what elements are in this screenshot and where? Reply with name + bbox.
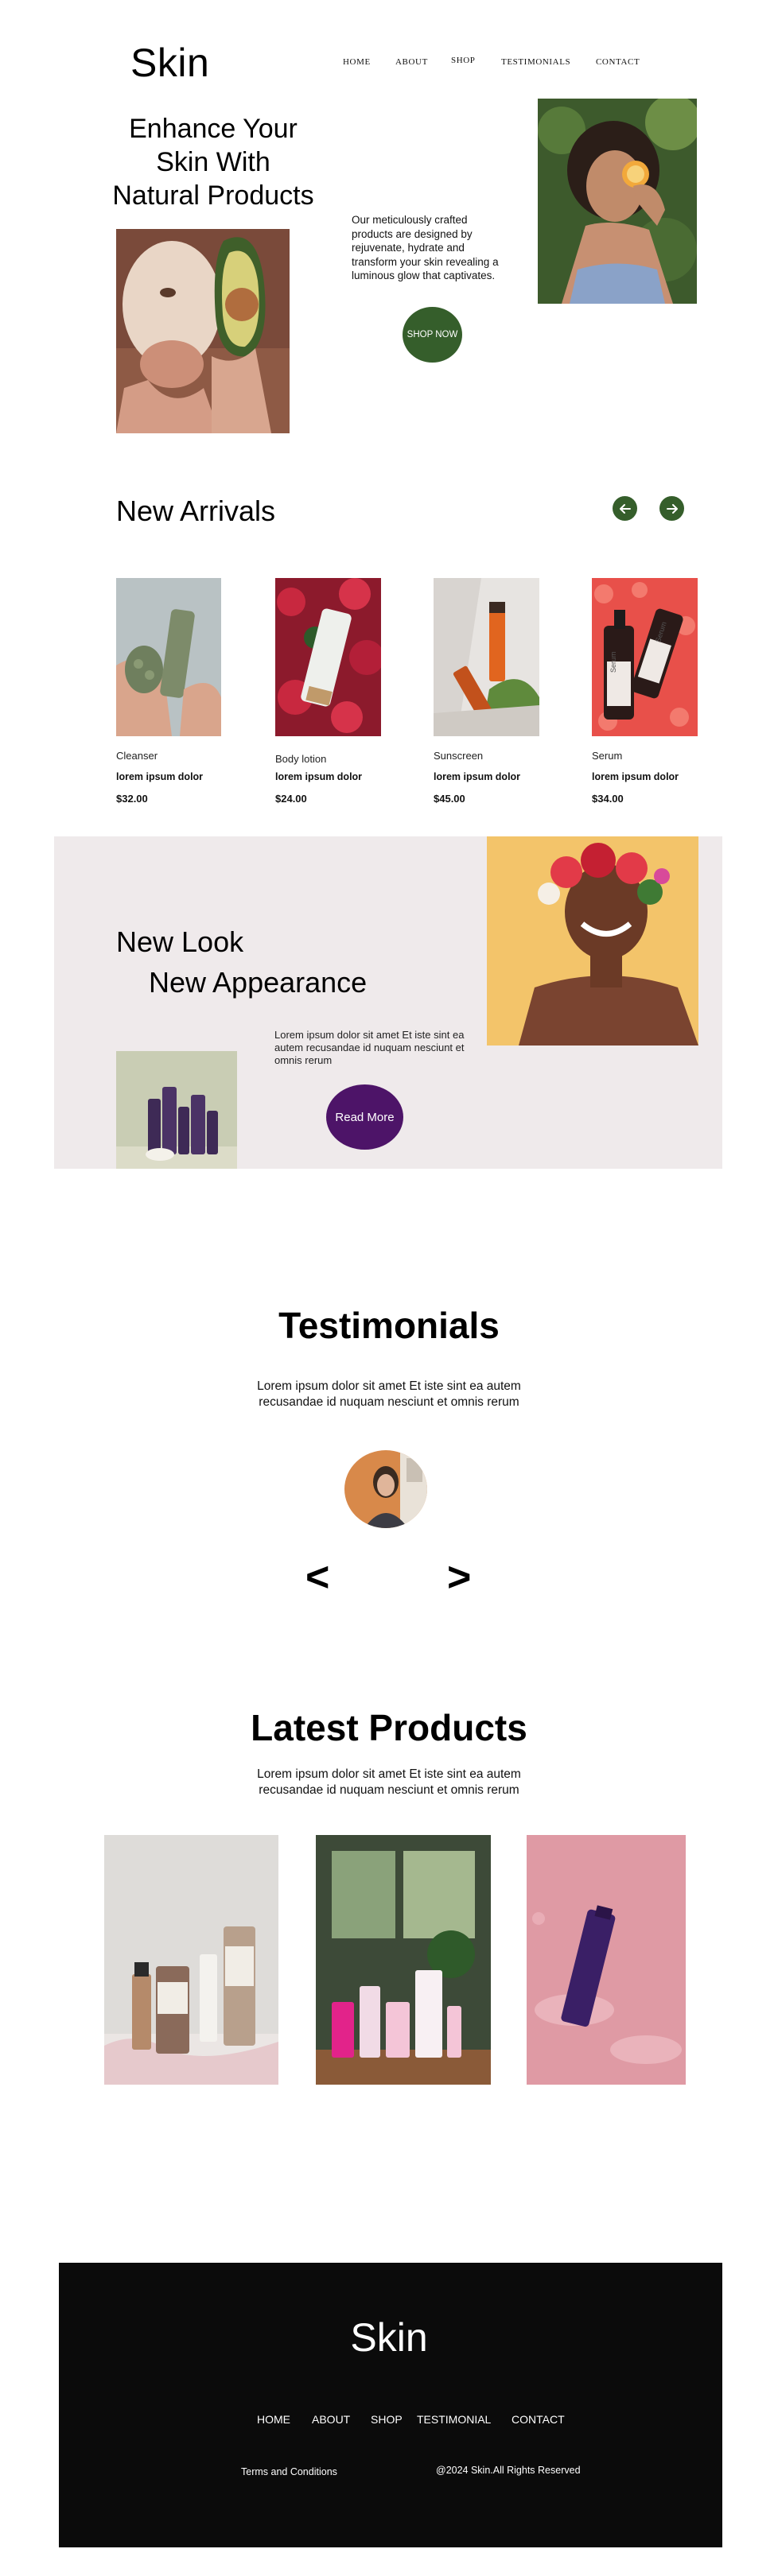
arrow-left-icon xyxy=(619,503,631,514)
banner-heading-line1: New Look xyxy=(116,925,244,958)
product-category: Sunscreen xyxy=(434,750,484,762)
arrivals-prev-button[interactable] xyxy=(613,496,637,521)
banner-image-bottles xyxy=(116,1051,237,1169)
product-image-cleanser[interactable] xyxy=(116,578,221,736)
product-price: $34.00 xyxy=(592,793,624,805)
testimonials-text-line: Lorem ipsum dolor sit amet Et iste sint … xyxy=(257,1379,521,1393)
latest-products-text: Lorem ipsum dolor sit amet Et iste sint … xyxy=(0,1767,778,1798)
arrivals-next-button[interactable] xyxy=(659,496,684,521)
product-image-body-lotion[interactable] xyxy=(275,578,381,736)
footer-copyright: @2024 Skin.All Rights Reserved xyxy=(436,2465,581,2476)
latest-product-image-2[interactable] xyxy=(316,1835,491,2085)
product-image-sunscreen[interactable] xyxy=(434,578,539,736)
latest-product-image-3[interactable] xyxy=(527,1835,686,2085)
testimonial-prev-button[interactable]: < xyxy=(305,1557,329,1598)
hero-title-line: Natural Products xyxy=(112,180,314,211)
product-name[interactable]: lorem ipsum dolor xyxy=(275,771,362,782)
product-category: Serum xyxy=(592,750,623,762)
banner-image-flower-crown xyxy=(487,836,698,1046)
product-image-serum[interactable] xyxy=(592,578,698,736)
nav-about[interactable]: ABOUT xyxy=(395,57,428,67)
testimonials-title: Testimonials xyxy=(278,1305,500,1346)
arrow-right-icon xyxy=(666,503,678,514)
product-category: Body lotion xyxy=(275,753,327,765)
footer-nav-home[interactable]: HOME xyxy=(257,2413,290,2426)
brand-logo[interactable]: Skin xyxy=(130,43,209,83)
product-name[interactable]: lorem ipsum dolor xyxy=(434,771,520,782)
read-more-button[interactable]: Read More xyxy=(326,1084,403,1150)
hero-image-avocado xyxy=(116,229,290,433)
product-category: Cleanser xyxy=(116,750,158,762)
product-name[interactable]: lorem ipsum dolor xyxy=(116,771,203,782)
footer-brand[interactable]: Skin xyxy=(0,2318,778,2357)
product-price: $24.00 xyxy=(275,793,307,805)
hero-image-orange xyxy=(538,99,697,304)
hero-title-line: Enhance Your xyxy=(129,114,298,144)
testimonial-next-button[interactable]: > xyxy=(447,1557,471,1598)
testimonial-avatar xyxy=(344,1450,427,1528)
nav-testimonials[interactable]: TESTIMONIALS xyxy=(501,57,570,67)
banner-description: Lorem ipsum dolor sit amet Et iste sint … xyxy=(274,1029,465,1066)
banner-heading-line2: New Appearance xyxy=(149,966,368,999)
latest-products-title: Latest Products xyxy=(251,1707,527,1748)
hero-description: Our meticulously crafted products are de… xyxy=(352,214,499,281)
serum-bottle-label: Serum xyxy=(609,651,617,673)
footer-nav-contact[interactable]: CONTACT xyxy=(512,2413,565,2426)
testimonials-text-line: recusandae id nuquam nesciunt et omnis r… xyxy=(259,1395,519,1409)
product-price: $45.00 xyxy=(434,793,465,805)
hero-title-line: Skin With xyxy=(156,147,270,177)
testimonials-text: Lorem ipsum dolor sit amet Et iste sint … xyxy=(0,1379,778,1410)
footer xyxy=(59,2263,722,2547)
shop-now-button[interactable]: SHOP NOW xyxy=(403,307,462,363)
footer-nav-testimonial[interactable]: TESTIMONIAL xyxy=(417,2413,491,2426)
latest-products-text-line: Lorem ipsum dolor sit amet Et iste sint … xyxy=(257,1767,521,1781)
nav-shop[interactable]: SHOP xyxy=(451,56,476,65)
nav-contact[interactable]: CONTACT xyxy=(596,57,640,67)
footer-nav-about[interactable]: ABOUT xyxy=(312,2413,350,2426)
latest-product-image-1[interactable] xyxy=(104,1835,278,2085)
latest-products-text-line: recusandae id nuquam nesciunt et omnis r… xyxy=(259,1783,519,1797)
product-name[interactable]: lorem ipsum dolor xyxy=(592,771,679,782)
new-arrivals-title: New Arrivals xyxy=(116,495,276,527)
nav-home[interactable]: HOME xyxy=(343,57,371,67)
product-price: $32.00 xyxy=(116,793,148,805)
footer-nav-shop[interactable]: SHOP xyxy=(371,2413,403,2426)
footer-terms-link[interactable]: Terms and Conditions xyxy=(241,2466,337,2477)
hero-title: Enhance Your Skin With Natural Products xyxy=(94,112,333,212)
